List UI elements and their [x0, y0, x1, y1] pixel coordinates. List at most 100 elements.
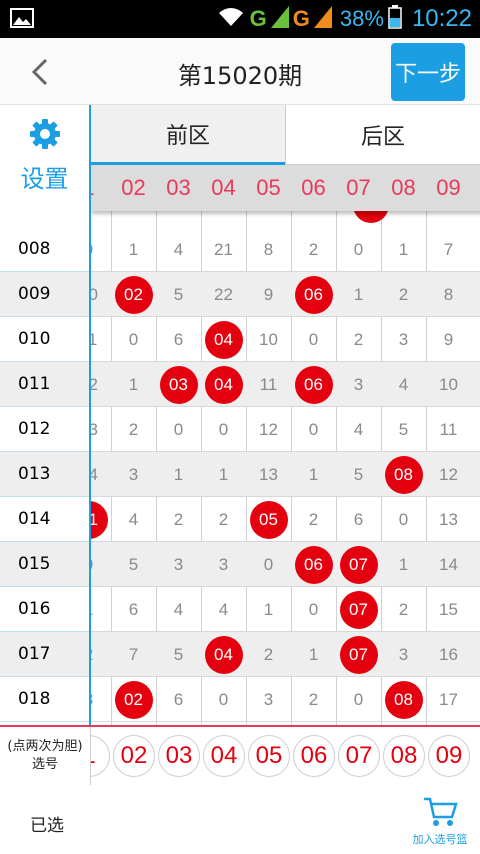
tab-front-zone[interactable]: 前区	[91, 105, 285, 165]
miss-count-cell: 7	[443, 239, 454, 259]
hit-cell: 03	[156, 362, 201, 407]
drawn-number-ball: 08	[384, 680, 423, 719]
miss-count-cell: 8	[443, 284, 454, 304]
select-number-ball[interactable]: 02	[113, 735, 155, 777]
miss-count-cell: 2	[398, 284, 409, 304]
miss-count-cell: 3	[263, 689, 274, 709]
miss-count-cell: 0	[308, 599, 319, 619]
miss-count-cell: 7	[128, 644, 139, 664]
miss-count-cell: 4	[353, 419, 364, 439]
column-number: 02	[121, 175, 146, 200]
miss-count-cell: 2	[263, 644, 274, 664]
miss-count-cell: 4	[128, 509, 139, 529]
drawn-number-ball: 07	[339, 545, 378, 584]
period-label: 017	[0, 632, 89, 677]
hit-cell: 04	[201, 317, 246, 362]
miss-count-cell: 1	[218, 464, 229, 484]
selection-label: (点两次为胆) 选号	[0, 727, 91, 785]
cart-label: 加入选号篮	[412, 833, 468, 846]
miss-count-cell: 2	[308, 239, 319, 259]
miss-count-cell: 3	[218, 554, 229, 574]
miss-count-cell: 15	[439, 599, 458, 619]
add-to-basket-button[interactable]: 加入选号篮	[408, 795, 472, 851]
hit-cell: 07	[336, 542, 381, 587]
hit-cell: 04	[201, 632, 246, 677]
miss-count-cell: 5	[128, 554, 139, 574]
miss-count-cell: 3	[398, 644, 409, 664]
hit-cell: 02	[111, 272, 156, 317]
hit-cell: 07	[336, 632, 381, 677]
miss-count-cell: 0	[353, 689, 364, 709]
selection-hint: (点两次为胆)	[7, 739, 83, 754]
hit-cell: 06	[291, 272, 336, 317]
miss-count-cell: 2	[353, 329, 364, 349]
period-label: 016	[0, 587, 89, 632]
period-label: 018	[0, 677, 89, 722]
miss-count-cell: 4	[398, 374, 409, 394]
period-label: 009	[0, 272, 89, 317]
period-label: 015	[0, 542, 89, 587]
miss-count-cell: 11	[259, 374, 278, 394]
period-label: 008	[0, 227, 89, 272]
select-number-ball[interactable]: 05	[248, 735, 290, 777]
miss-count-cell: 12	[91, 374, 98, 394]
gallery-icon	[10, 8, 34, 28]
bottom-bar: 已选 加入选号篮	[0, 785, 480, 854]
cart-icon	[424, 797, 458, 826]
hit-cell: 04	[201, 362, 246, 407]
miss-count-cell: 12	[439, 464, 458, 484]
select-number-ball[interactable]: 09	[428, 735, 470, 777]
miss-count-cell: 2	[308, 509, 319, 529]
next-step-button[interactable]: 下一步	[391, 43, 465, 101]
miss-count-cell: 0	[128, 329, 139, 349]
select-number-ball[interactable]: 03	[158, 735, 200, 777]
miss-count-cell: 0	[218, 689, 229, 709]
column-number: 04	[211, 175, 236, 200]
miss-count-cell: 5	[173, 644, 184, 664]
table-row: 16441007215	[91, 587, 480, 632]
miss-count-cell: 0	[91, 542, 111, 587]
miss-count-cell: 6	[173, 329, 184, 349]
network-type-2: G	[292, 6, 310, 31]
miss-count-cell: 14	[439, 554, 458, 574]
miss-count-cell: 16	[439, 644, 458, 664]
miss-count-cell: 0	[263, 554, 274, 574]
hit-cell: 01	[91, 497, 111, 542]
table-row: 275042107316	[91, 632, 480, 677]
select-number-ball[interactable]: 04	[203, 735, 245, 777]
miss-count-cell: 6	[173, 689, 184, 709]
miss-count-cell: 0	[353, 239, 364, 259]
drawn-number-ball: 04	[204, 635, 243, 674]
select-number-ball[interactable]: 1	[91, 735, 110, 777]
settings-button[interactable]: 设置	[0, 105, 91, 227]
period-label: 010	[0, 317, 89, 362]
hit-cell: 06	[291, 362, 336, 407]
miss-count-cell: 2	[308, 689, 319, 709]
miss-count-cell: 3	[398, 329, 409, 349]
select-number-ball[interactable]: 08	[383, 735, 425, 777]
miss-count-cell: 2	[91, 632, 111, 677]
miss-count-cell: 0	[218, 419, 229, 439]
miss-count-cell: 1	[91, 587, 111, 632]
table-row: 14 3 1 1 13 1 5 08 12	[91, 452, 480, 497]
hit-cell: 02	[111, 677, 156, 722]
select-number-ball[interactable]: 06	[293, 735, 335, 777]
miss-count-cell: 0	[173, 419, 184, 439]
clock: 10:22	[411, 5, 472, 32]
drawn-number-ball: 02	[114, 680, 153, 719]
miss-count-cell: 11	[91, 329, 98, 349]
battery-percent: 38%	[339, 6, 384, 31]
miss-count-cell: 1	[128, 239, 139, 259]
table-row: 9142182017	[91, 227, 480, 272]
period-label: 011	[0, 362, 89, 407]
miss-count-cell: 11	[439, 419, 458, 439]
drawn-number-ball: 03	[159, 365, 198, 404]
tab-back-zone[interactable]: 后区	[285, 105, 480, 165]
miss-count-cell: 3	[173, 554, 184, 574]
column-number: 06	[301, 175, 326, 200]
drawn-number-ball: 05	[249, 500, 288, 539]
miss-count-cell: 3	[128, 464, 139, 484]
miss-count-cell: 13	[439, 509, 458, 529]
drawn-number-ball: 06	[294, 365, 333, 404]
select-number-ball[interactable]: 07	[338, 735, 380, 777]
